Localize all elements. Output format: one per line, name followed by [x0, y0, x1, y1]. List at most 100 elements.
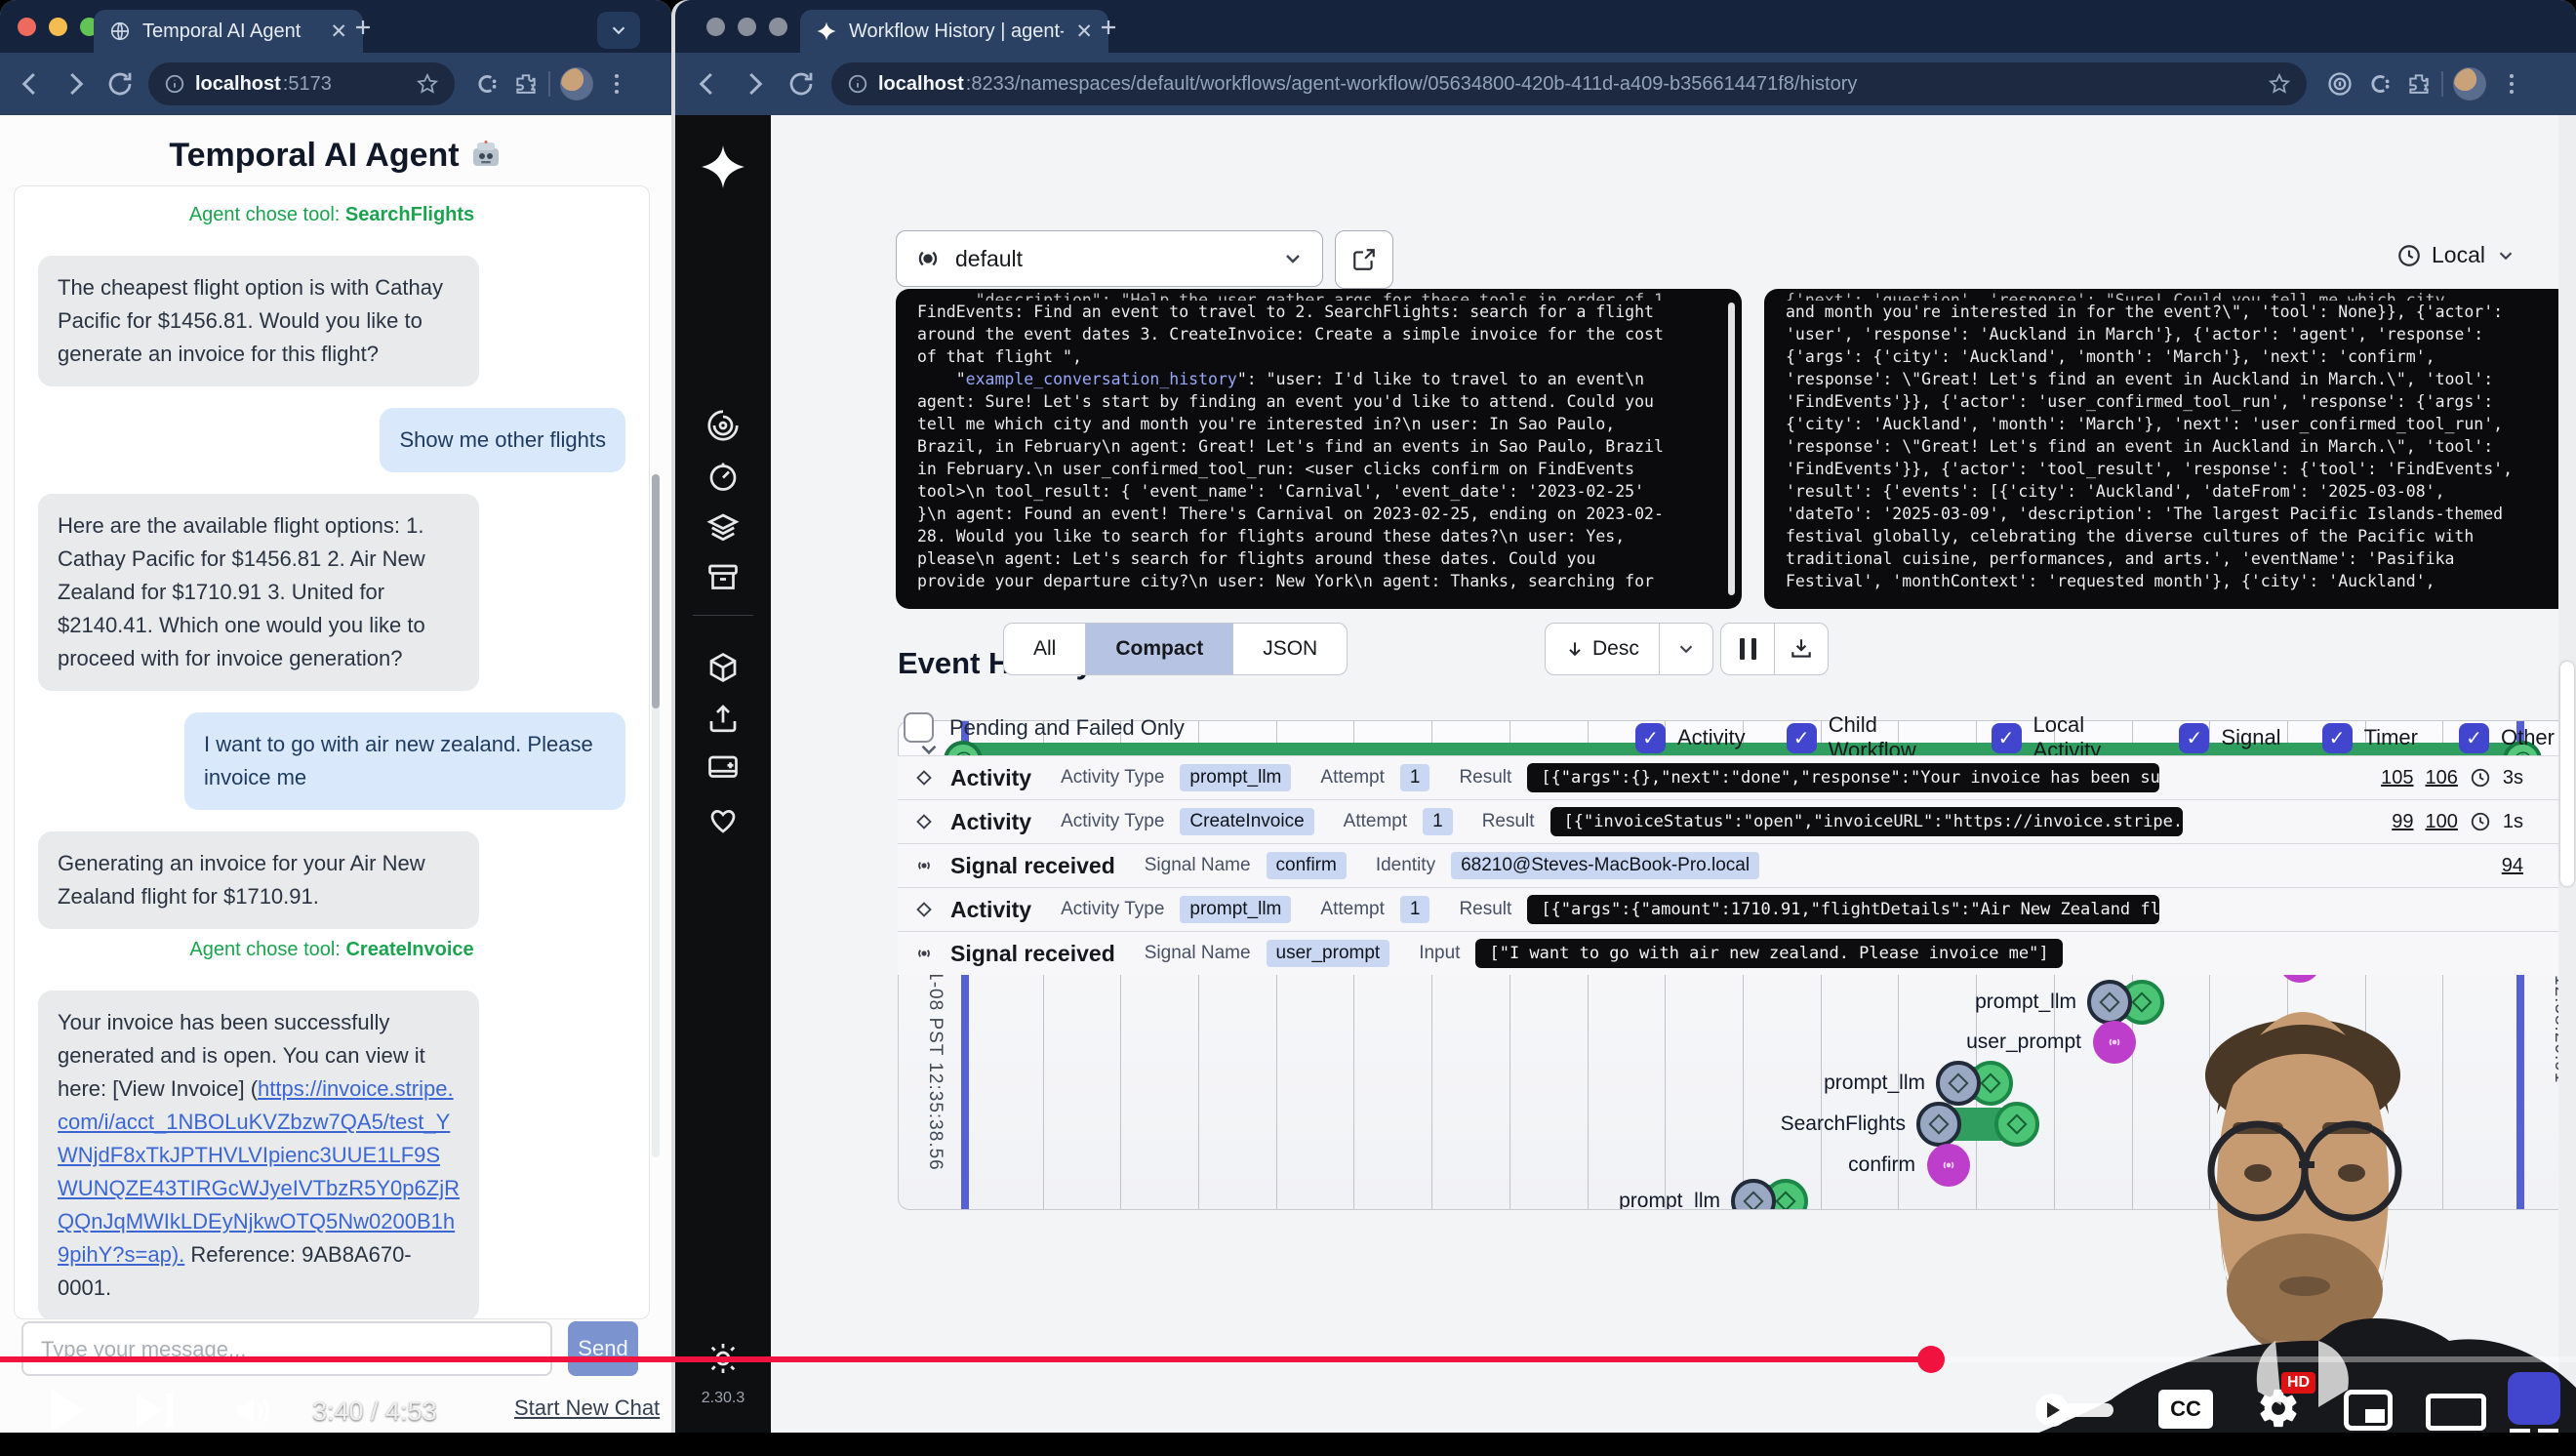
- minimize-window-button[interactable]: [738, 18, 756, 36]
- extensions-puzzle-icon[interactable]: [513, 71, 539, 97]
- window-controls[interactable]: [706, 18, 787, 36]
- scroll-top-button[interactable]: [2508, 1372, 2560, 1425]
- reload-icon[interactable]: [786, 69, 816, 99]
- invoice-link[interactable]: https://invoice.stripe.com/i/acct_1NBOLu…: [58, 1076, 460, 1267]
- event-history-row[interactable]: ActivityActivity TypeCreateInvoiceAttemp…: [898, 799, 2576, 843]
- miniplayer-button[interactable]: [2344, 1390, 2393, 1431]
- event-history-row[interactable]: Signal receivedSignal NameconfirmIdentit…: [898, 843, 2576, 887]
- workflows-icon[interactable]: [705, 408, 741, 443]
- zoom-window-button[interactable]: [769, 18, 787, 36]
- favorites-icon[interactable]: [705, 802, 741, 837]
- view-tab-json[interactable]: JSON: [1232, 624, 1347, 674]
- forward-icon[interactable]: [60, 69, 90, 99]
- site-info-icon[interactable]: [164, 73, 185, 95]
- browser-tab[interactable]: Temporal AI Agent ✕: [94, 10, 363, 53]
- play-button[interactable]: [51, 1389, 84, 1432]
- event-id-link[interactable]: 99: [2392, 811, 2413, 833]
- message-input[interactable]: Type your message...: [21, 1321, 552, 1376]
- sort-order-button[interactable]: Desc: [1545, 623, 1713, 675]
- close-window-button[interactable]: [18, 18, 36, 36]
- sort-chevron[interactable]: [1659, 624, 1712, 674]
- checkbox-checked[interactable]: ✓: [2459, 723, 2489, 753]
- event-history-row[interactable]: ActivityActivity Typeprompt_llmAttempt1R…: [898, 887, 2576, 931]
- profile-avatar[interactable]: [2453, 67, 2486, 101]
- workflow-result-code-block[interactable]: {'next': 'question', 'response': "Sure! …: [1764, 289, 2576, 609]
- extensions-puzzle-icon[interactable]: [2406, 71, 2432, 97]
- new-tab-button[interactable]: [1097, 16, 1120, 39]
- checkbox-checked[interactable]: ✓: [1992, 723, 2022, 753]
- next-button[interactable]: [137, 1394, 173, 1427]
- type-filter-activity[interactable]: ✓Activity: [1635, 723, 1746, 753]
- deployments-icon[interactable]: [705, 650, 741, 685]
- pending-checkbox[interactable]: [904, 712, 934, 743]
- claude-extension-icon[interactable]: [2367, 71, 2393, 97]
- browser-menu-icon[interactable]: [2500, 74, 2523, 94]
- batch-icon[interactable]: [705, 509, 741, 545]
- browser-menu-icon[interactable]: [605, 74, 628, 94]
- feedback-icon[interactable]: [705, 751, 741, 787]
- type-filter-other[interactable]: ✓Other: [2459, 723, 2555, 753]
- code-scrollbar[interactable]: [1728, 303, 1735, 595]
- claude-extension-icon[interactable]: [474, 71, 500, 97]
- bookmark-star-icon[interactable]: [416, 72, 439, 96]
- window-controls[interactable]: [18, 18, 99, 36]
- event-history-row[interactable]: Signal receivedSignal Nameuser_promptInp…: [898, 931, 2576, 975]
- captions-button[interactable]: CC: [2158, 1390, 2213, 1429]
- close-tab-icon[interactable]: ✕: [330, 21, 347, 42]
- timezone-select[interactable]: Local: [2396, 242, 2516, 268]
- password-manager-extension-icon[interactable]: [2326, 70, 2354, 98]
- browser-tab[interactable]: Workflow History | agent-wor ✕: [800, 10, 1108, 53]
- checkbox-checked[interactable]: ✓: [1635, 723, 1666, 753]
- activity-scheduled-marker[interactable]: [1916, 1102, 1961, 1147]
- open-namespace-button[interactable]: [1335, 230, 1393, 289]
- start-new-chat-link[interactable]: Start New Chat: [514, 1395, 660, 1421]
- reload-icon[interactable]: [105, 69, 135, 99]
- settings-gear-icon[interactable]: HD: [2256, 1386, 2301, 1431]
- video-progress-bar[interactable]: [0, 1356, 2576, 1362]
- event-id-link[interactable]: 105: [2381, 767, 2413, 789]
- address-bar[interactable]: localhost:5173: [148, 62, 455, 105]
- checkbox-checked[interactable]: ✓: [1787, 723, 1817, 753]
- site-info-icon[interactable]: [847, 73, 868, 95]
- back-icon[interactable]: [16, 69, 45, 99]
- address-bar[interactable]: localhost:8233/namespaces/default/workfl…: [831, 62, 2307, 105]
- signal-event-marker[interactable]: [1927, 1144, 1970, 1187]
- view-tab-compact[interactable]: Compact: [1085, 624, 1232, 674]
- schedules-icon[interactable]: [705, 459, 741, 494]
- checkbox-checked[interactable]: ✓: [2322, 723, 2353, 753]
- minimize-window-button[interactable]: [49, 18, 67, 36]
- activity-scheduled-marker[interactable]: [1936, 1061, 1981, 1106]
- temporal-logo-icon[interactable]: [699, 142, 747, 191]
- video-progress-knob[interactable]: [1917, 1346, 1945, 1373]
- autoplay-toggle[interactable]: [2035, 1394, 2113, 1427]
- event-history-row[interactable]: ActivityActivity Typeprompt_llmAttempt1R…: [898, 755, 2576, 799]
- checkbox-checked[interactable]: ✓: [2179, 723, 2209, 753]
- tab-search-chevron[interactable]: [597, 12, 640, 49]
- pause-button[interactable]: [1721, 624, 1774, 674]
- event-id-link[interactable]: 100: [2426, 811, 2458, 833]
- workflow-input-code-block[interactable]: "description": "Help the user gather arg…: [896, 289, 1742, 609]
- export-icon[interactable]: [705, 701, 741, 736]
- new-tab-button[interactable]: [351, 16, 375, 39]
- volume-icon[interactable]: [230, 1390, 273, 1433]
- field-label: Signal Name: [1145, 855, 1251, 876]
- event-id-link[interactable]: 94: [2502, 855, 2523, 877]
- type-filter-timer[interactable]: ✓Timer: [2322, 723, 2418, 753]
- activity-scheduled-marker[interactable]: [1731, 1179, 1776, 1210]
- pending-failed-filter[interactable]: Pending and Failed Only: [904, 712, 1185, 743]
- chat-scrollbar[interactable]: [652, 474, 660, 1157]
- close-window-button[interactable]: [706, 18, 725, 36]
- download-button[interactable]: [1774, 624, 1828, 674]
- namespace-select[interactable]: default: [896, 230, 1323, 287]
- forward-icon[interactable]: [740, 69, 769, 99]
- view-tab-all[interactable]: All: [1004, 624, 1085, 674]
- profile-avatar[interactable]: [560, 67, 593, 101]
- send-button[interactable]: Send: [568, 1321, 638, 1376]
- close-tab-icon[interactable]: ✕: [1075, 21, 1093, 42]
- theater-mode-button[interactable]: [2426, 1394, 2486, 1431]
- archive-icon[interactable]: [705, 560, 741, 595]
- back-icon[interactable]: [693, 69, 722, 99]
- event-id-link[interactable]: 106: [2426, 767, 2458, 789]
- type-filter-signal[interactable]: ✓Signal: [2179, 723, 2280, 753]
- bookmark-star-icon[interactable]: [2268, 72, 2291, 96]
